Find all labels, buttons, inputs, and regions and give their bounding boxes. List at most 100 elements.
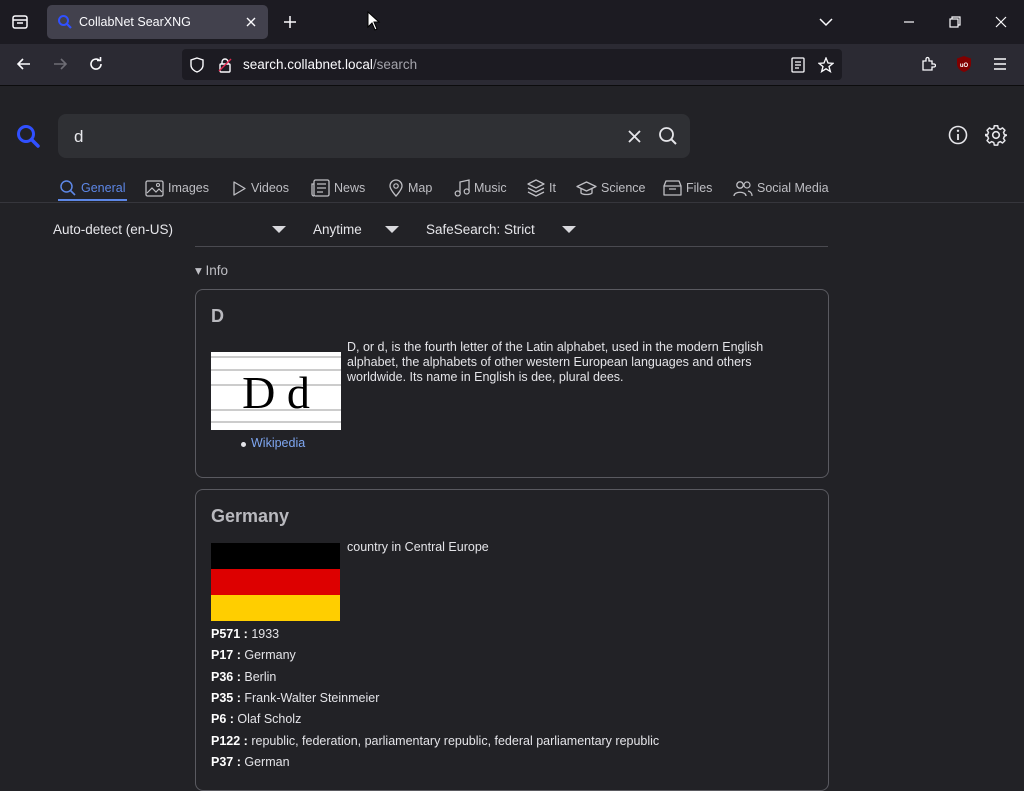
language-filter[interactable]: Auto-detect (en-US)	[53, 222, 173, 237]
infobox-d: D D d D, or d, is the fourth letter of t…	[195, 289, 829, 478]
attribute-value: 1933	[251, 627, 280, 641]
reload-icon[interactable]	[86, 54, 106, 74]
attribute-key: P37 :	[211, 755, 241, 769]
layers-icon	[527, 179, 545, 197]
category-images-label: Images	[168, 181, 209, 195]
settings-gear-icon[interactable]	[984, 123, 1008, 147]
play-icon	[233, 180, 246, 196]
attribute-value: Frank-Walter Steinmeier	[244, 691, 380, 705]
category-map[interactable]: Map	[388, 176, 432, 200]
category-files-label: Files	[686, 181, 713, 195]
attribute-value: Germany	[244, 648, 296, 662]
lock-insecure-icon[interactable]	[216, 56, 234, 74]
extensions-puzzle-icon[interactable]	[918, 54, 938, 74]
attribute-key: P6 :	[211, 712, 234, 726]
category-music[interactable]: Music	[454, 176, 507, 200]
reader-view-icon[interactable]	[789, 56, 807, 74]
attribute-value: Olaf Scholz	[237, 712, 302, 726]
germany-flag-image	[211, 543, 340, 621]
category-general-label: General	[81, 181, 126, 195]
people-icon	[733, 180, 753, 196]
new-tab-icon[interactable]	[280, 12, 300, 32]
attribute-key: P17 :	[211, 648, 241, 662]
attribute-row: P36 : Berlin	[211, 670, 276, 684]
attribute-row: P6 : Olaf Scholz	[211, 712, 301, 726]
newspaper-icon	[311, 179, 330, 197]
searxng-results-page: General Images Videos News Map Music It …	[0, 86, 1024, 791]
bookmark-star-icon[interactable]	[817, 56, 835, 74]
url-bar[interactable]: search.collabnet.local/search	[182, 49, 842, 80]
flag-stripe-black	[211, 543, 340, 569]
filter-divider	[195, 246, 828, 247]
category-videos[interactable]: Videos	[231, 176, 289, 200]
attribute-row: P35 : Frank-Walter Steinmeier	[211, 691, 379, 705]
attribute-key: P35 :	[211, 691, 241, 705]
category-science[interactable]: Science	[576, 176, 645, 200]
category-social-media[interactable]: Social Media	[733, 176, 829, 200]
infobox-germany-title: Germany	[211, 506, 290, 526]
time-filter[interactable]: Anytime	[313, 222, 362, 237]
searxng-logo-icon[interactable]	[14, 122, 42, 150]
browser-tab-bar: CollabNet SearXNG	[0, 0, 1024, 44]
attribute-row: P17 : Germany	[211, 648, 296, 662]
tracking-shield-icon[interactable]	[188, 56, 206, 74]
category-science-label: Science	[601, 181, 646, 195]
attribute-key: P36 :	[211, 670, 241, 684]
wikipedia-link[interactable]: Wikipedia	[251, 436, 305, 450]
attribute-key: P122 :	[211, 734, 248, 748]
category-it-label: It	[549, 181, 556, 195]
hamburger-menu-icon[interactable]	[990, 54, 1010, 74]
search-submit-icon[interactable]	[657, 125, 679, 147]
category-general[interactable]: General	[59, 176, 125, 200]
safesearch-filter[interactable]: SafeSearch: Strict	[426, 222, 535, 237]
active-tab[interactable]: CollabNet SearXNG	[47, 5, 268, 39]
search-input[interactable]	[72, 124, 616, 150]
category-social-media-label: Social Media	[757, 181, 829, 195]
active-category-underline	[58, 199, 127, 201]
category-divider	[0, 202, 1024, 203]
category-news[interactable]: News	[311, 176, 365, 200]
close-tab-icon[interactable]	[243, 14, 259, 30]
infobox-germany: Germany country in Central Europe P571 :…	[195, 489, 829, 791]
image-icon	[145, 179, 164, 197]
tab-title: CollabNet SearXNG	[79, 15, 191, 29]
graduation-cap-icon	[576, 180, 597, 195]
mouse-cursor-icon	[366, 10, 382, 32]
letter-d-image-text: D d	[242, 367, 310, 418]
attribute-row: P122 : republic, federation, parliamenta…	[211, 734, 659, 748]
forward-arrow-icon[interactable]	[50, 54, 70, 74]
flag-stripe-gold	[211, 595, 340, 621]
safesearch-dropdown-caret-icon[interactable]	[562, 226, 576, 233]
time-dropdown-caret-icon[interactable]	[385, 226, 399, 233]
category-it[interactable]: It	[527, 176, 556, 200]
search-icon	[60, 180, 76, 196]
ublock-origin-icon[interactable]: uO	[954, 54, 974, 74]
category-videos-label: Videos	[251, 181, 289, 195]
tab-list-icon[interactable]	[10, 12, 30, 32]
url-host: search.collabnet.local	[243, 57, 373, 72]
infobox-d-title: D	[211, 306, 224, 326]
archive-icon	[663, 179, 682, 196]
search-box	[58, 114, 690, 158]
category-files[interactable]: Files	[663, 176, 712, 200]
attribute-row: P37 : German	[211, 755, 290, 769]
url-path: /search	[372, 57, 418, 72]
language-dropdown-caret-icon[interactable]	[272, 226, 286, 233]
attribute-value: German	[244, 755, 290, 769]
infobox-d-description: D, or d, is the fourth letter of the Lat…	[347, 340, 764, 384]
clear-search-icon[interactable]	[624, 126, 644, 146]
info-circle-icon[interactable]	[946, 123, 970, 147]
letter-d-image: D d	[211, 352, 341, 430]
restore-window-icon[interactable]	[944, 12, 966, 32]
category-map-label: Map	[408, 181, 433, 195]
back-arrow-icon[interactable]	[14, 54, 34, 74]
category-images[interactable]: Images	[145, 176, 209, 200]
category-news-label: News	[334, 181, 366, 195]
close-window-icon[interactable]	[990, 12, 1012, 32]
attribute-row: P571 : 1933	[211, 627, 279, 641]
map-pin-icon	[389, 179, 403, 197]
list-all-tabs-chevron-icon[interactable]	[816, 12, 836, 32]
url-text[interactable]: search.collabnet.local/search	[243, 57, 417, 72]
minimize-window-icon[interactable]	[898, 12, 920, 32]
info-toggle[interactable]: ▾ Info	[195, 263, 228, 279]
